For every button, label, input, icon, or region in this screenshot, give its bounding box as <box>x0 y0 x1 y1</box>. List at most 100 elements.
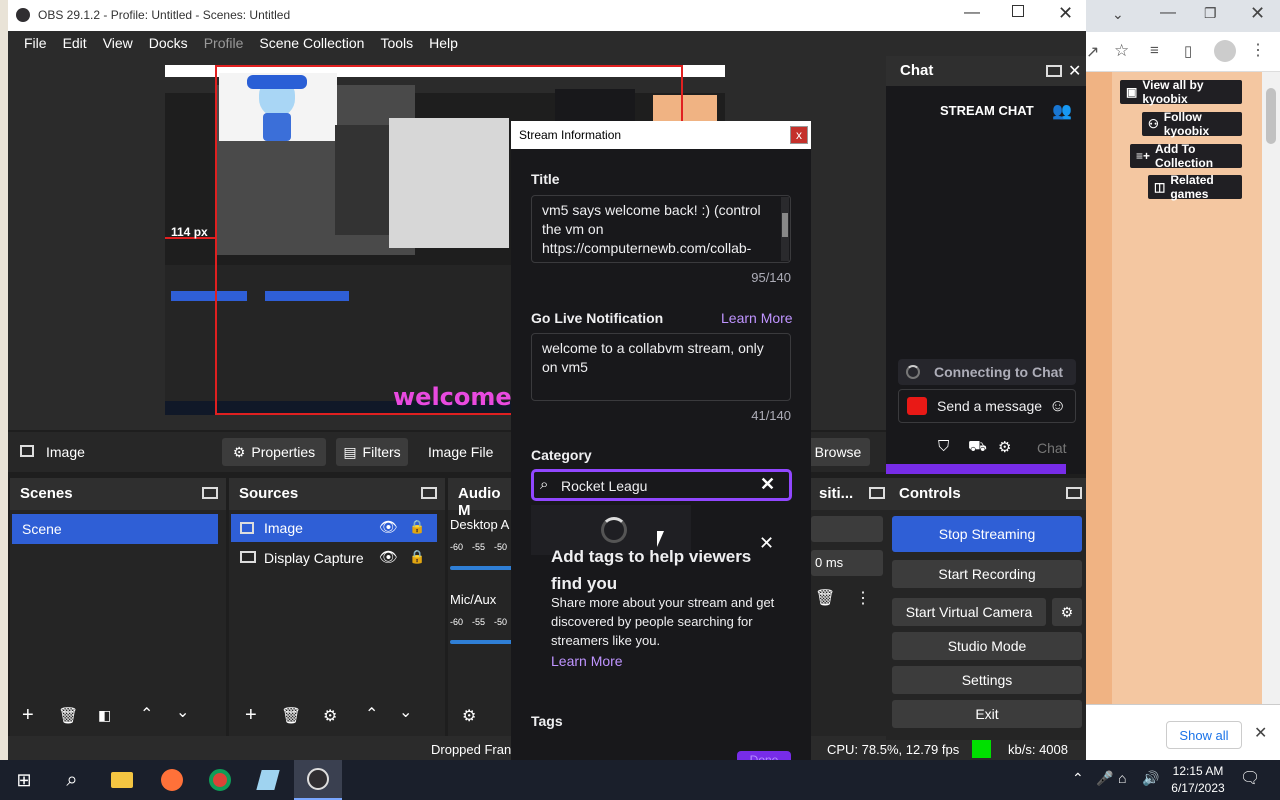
tray-chevron-icon[interactable]: ⌃ <box>1072 770 1084 787</box>
share-icon[interactable]: ↗ <box>1086 42 1099 62</box>
show-all-button[interactable]: Show all <box>1166 721 1242 749</box>
obs-taskbar-button[interactable] <box>294 760 342 800</box>
source-item-image[interactable]: Image 👁 🔒 <box>231 514 437 542</box>
clock-date[interactable]: 6/17/2023 <box>1166 781 1230 795</box>
tags-learn-more-link[interactable]: Learn More <box>551 653 623 669</box>
scale-label: -55 <box>472 542 486 552</box>
transition-select[interactable] <box>811 516 883 542</box>
maximize-icon[interactable] <box>1012 5 1024 17</box>
more-icon[interactable]: ⋮ <box>855 588 871 608</box>
menu-file[interactable]: File <box>16 35 55 51</box>
notif-learn-more-link[interactable]: Learn More <box>721 310 793 326</box>
trash-icon[interactable]: 🗑 <box>815 588 835 608</box>
close-icon[interactable]: ✕ <box>1058 3 1073 24</box>
gear-icon[interactable]: ⚙ <box>323 706 337 726</box>
undock-icon[interactable] <box>1066 487 1082 499</box>
dialog-close-button[interactable]: x <box>790 126 808 144</box>
source-item-display-capture[interactable]: Display Capture 👁 🔒 <box>231 544 437 572</box>
close-icon[interactable]: ✕ <box>1068 61 1081 81</box>
microphone-icon[interactable]: 🎤 <box>1096 770 1113 787</box>
menu-edit[interactable]: Edit <box>55 35 95 51</box>
undock-icon[interactable] <box>202 487 218 499</box>
settings-button[interactable]: Settings <box>892 666 1082 694</box>
scene-filters-icon[interactable]: ◧ <box>98 707 111 724</box>
scene-item[interactable]: Scene <box>12 514 218 544</box>
move-up-icon[interactable]: ⌃ <box>140 704 153 724</box>
file-explorer-button[interactable] <box>98 760 146 800</box>
scrollbar-thumb[interactable] <box>782 213 788 237</box>
chrome-button[interactable] <box>196 760 244 800</box>
cart-icon[interactable]: ⛟ <box>968 438 987 457</box>
move-down-icon[interactable]: ⌄ <box>399 702 412 722</box>
volume-slider[interactable] <box>450 640 516 644</box>
reading-list-icon[interactable]: ≡ <box>1150 42 1159 59</box>
more-menu-icon[interactable]: ⋮ <box>1250 40 1266 60</box>
scrollbar-thumb[interactable] <box>1266 88 1276 144</box>
close-icon[interactable]: ✕ <box>1250 3 1265 24</box>
gear-icon[interactable]: ⚙ <box>998 438 1011 456</box>
properties-button[interactable]: ⚙ Properties <box>222 438 326 466</box>
trash-icon[interactable]: 🗑 <box>281 706 301 726</box>
volume-icon[interactable]: 🔊 <box>1142 770 1159 787</box>
minimize-icon[interactable]: — <box>964 4 980 22</box>
start-recording-button[interactable]: Start Recording <box>892 560 1082 588</box>
filters-button[interactable]: ▤ Filters <box>336 438 408 466</box>
add-to-collection-button[interactable]: ≡+ Add To Collection <box>1130 142 1242 170</box>
menu-docks[interactable]: Docks <box>141 35 196 51</box>
star-icon[interactable]: ☆ <box>1114 41 1129 61</box>
add-icon[interactable]: + <box>22 704 34 727</box>
stop-streaming-button[interactable]: Stop Streaming <box>892 516 1082 552</box>
eye-icon[interactable]: 👁 <box>379 518 398 536</box>
notification-textarea[interactable]: welcome to a collabvm stream, only on vm… <box>531 333 791 401</box>
exit-button[interactable]: Exit <box>892 700 1082 728</box>
menu-view[interactable]: View <box>95 35 141 51</box>
undock-icon[interactable] <box>421 487 437 499</box>
move-up-icon[interactable]: ⌃ <box>365 704 378 724</box>
related-games-button[interactable]: ◫ Related games <box>1148 173 1242 201</box>
move-down-icon[interactable]: ⌄ <box>176 702 189 722</box>
menu-profile[interactable]: Profile <box>196 35 252 51</box>
users-icon[interactable]: 👥 <box>1052 101 1072 121</box>
undock-icon[interactable] <box>1046 65 1062 77</box>
trash-icon[interactable]: 🗑 <box>58 706 78 726</box>
add-icon[interactable]: + <box>245 704 257 727</box>
close-download-bar-icon[interactable]: ✕ <box>1254 723 1267 743</box>
network-icon[interactable]: ⌂ <box>1118 770 1126 786</box>
menu-scene-collection[interactable]: Scene Collection <box>251 35 372 51</box>
clear-search-icon[interactable]: ✕ <box>760 474 775 495</box>
undock-icon[interactable] <box>869 487 885 499</box>
studio-mode-button[interactable]: Studio Mode <box>892 632 1082 660</box>
sidebar-icon[interactable]: ▯ <box>1184 42 1192 60</box>
menu-help[interactable]: Help <box>421 35 466 51</box>
start-virtual-camera-button[interactable]: Start Virtual Camera <box>892 598 1046 626</box>
send-message-input[interactable]: Send a message ☺ <box>898 389 1076 423</box>
profile-avatar[interactable] <box>1214 40 1236 62</box>
menu-tools[interactable]: Tools <box>372 35 421 51</box>
firefox-button[interactable] <box>148 760 196 800</box>
shield-icon[interactable]: ⛉ <box>938 438 949 455</box>
title-scrollbar[interactable] <box>781 197 789 261</box>
notifications-icon[interactable]: 🗨 <box>1240 768 1260 788</box>
title-textarea[interactable]: vm5 says welcome back! :) (control the v… <box>531 195 791 263</box>
follow-button[interactable]: ⚇ Follow kyoobix <box>1142 110 1242 138</box>
restore-icon[interactable]: ❐ <box>1204 5 1217 22</box>
chevron-down-icon[interactable]: ⌄ <box>1112 6 1124 23</box>
browser-scrollbar[interactable] <box>1262 72 1280 704</box>
start-button[interactable]: ⊞ <box>0 760 48 800</box>
duration-input[interactable]: 0 ms <box>811 550 883 576</box>
emote-icon[interactable]: ☺ <box>1049 396 1066 416</box>
minimize-icon[interactable]: — <box>1160 4 1176 22</box>
chat-send-button[interactable]: Chat <box>1037 440 1067 456</box>
virtual-camera-settings-button[interactable]: ⚙ <box>1052 598 1082 626</box>
lock-icon[interactable]: 🔒 <box>409 549 425 565</box>
volume-slider[interactable] <box>450 566 516 570</box>
lock-icon[interactable]: 🔒 <box>409 519 425 535</box>
eye-icon[interactable]: 👁 <box>379 548 398 566</box>
clock-time[interactable]: 12:15 AM <box>1170 764 1226 778</box>
notepad-button[interactable] <box>244 760 292 800</box>
view-all-button[interactable]: ▣ View all by kyoobix <box>1120 78 1242 106</box>
gear-icon[interactable]: ⚙ <box>462 706 476 726</box>
search-button[interactable]: ⌕ <box>48 760 96 800</box>
category-search-input[interactable]: ⌕ Rocket Leagu ✕ <box>531 469 792 501</box>
browse-button[interactable]: Browse <box>806 438 870 466</box>
